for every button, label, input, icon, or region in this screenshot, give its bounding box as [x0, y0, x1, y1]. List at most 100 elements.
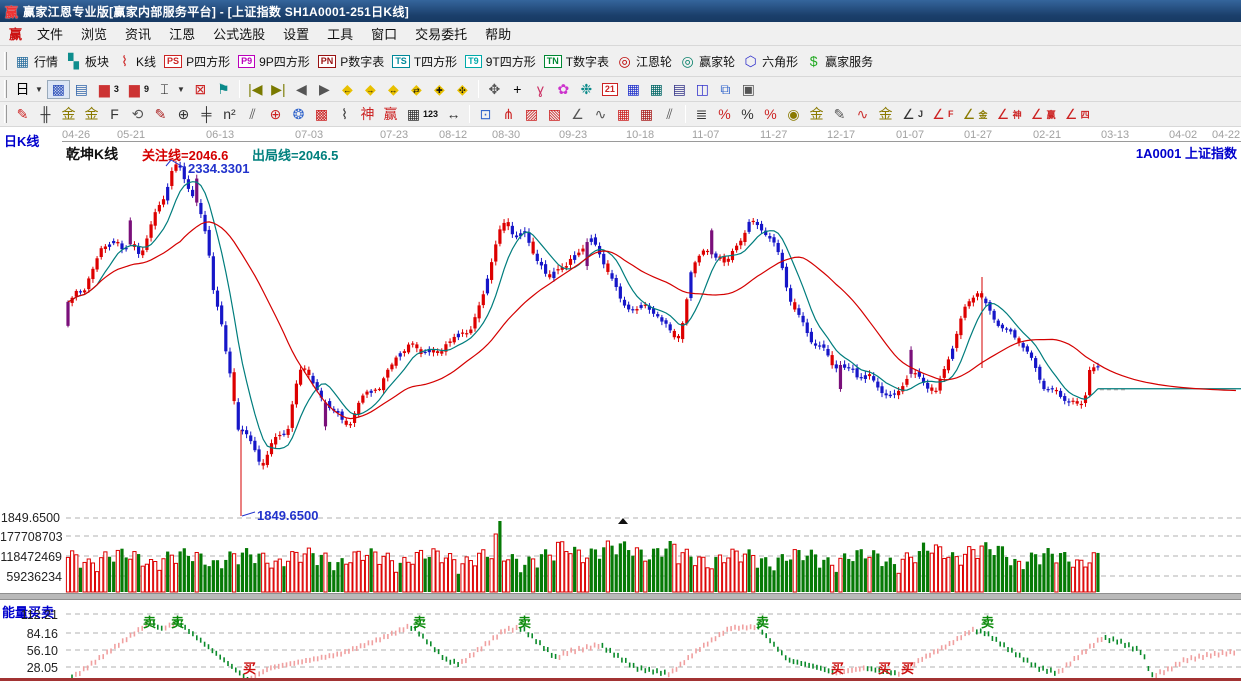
pattern-select-button[interactable]: ▩ [47, 80, 70, 99]
draw-compass-button[interactable]: ⊕ [264, 105, 287, 124]
draw-percent-under-button[interactable]: % [759, 105, 782, 124]
prev-page-button[interactable]: ◀ [290, 80, 313, 99]
period-label[interactable]: 日K线 [4, 131, 39, 150]
zoom-out-x-button[interactable]: ◆← [336, 80, 359, 99]
draw-arrow-tool-button[interactable]: ✎ [828, 105, 851, 124]
next-page-button[interactable]: ▶ [313, 80, 336, 99]
draw-gold-line-button[interactable]: 金 [805, 105, 828, 124]
draw-gold-section-button[interactable]: 金 [57, 105, 80, 124]
spiral-tool-button[interactable]: ❉ [575, 80, 598, 99]
report-table-button[interactable]: ▦ [645, 80, 668, 99]
menu-tools[interactable]: 工具 [318, 21, 362, 46]
select-box-button[interactable]: ⊡ [474, 105, 497, 124]
period-picker-button[interactable]: 日▼ [11, 80, 47, 99]
print-button[interactable]: ▣ [737, 80, 760, 99]
menu-news[interactable]: 资讯 [116, 21, 160, 46]
gann-shape-button[interactable]: ✿ [552, 80, 575, 99]
hand-tool-button[interactable]: ✥ [483, 80, 506, 99]
notes-button[interactable]: ▤ [668, 80, 691, 99]
menu-formula-stock-pick[interactable]: 公式选股 [204, 21, 274, 46]
sectors-button[interactable]: ▚板块 [62, 51, 113, 72]
draw-shen-angle-button[interactable]: ∠神 [992, 105, 1026, 124]
gann-wheel-button[interactable]: ◎江恩轮 [613, 51, 676, 72]
screenshot-button[interactable]: ⧉ [714, 80, 737, 99]
menu-file[interactable]: 文件 [28, 21, 72, 46]
crosshair-button[interactable]: + [506, 80, 529, 99]
draw-shen-tool-button[interactable]: 神 [356, 105, 379, 124]
draw-fibo-button[interactable]: F [103, 105, 126, 124]
winner-service-button[interactable]: $赢家服务 [802, 51, 877, 72]
draw-f-angle-button-icon: ∠ [931, 107, 946, 122]
multi-chart-9-button[interactable]: ▆9 [123, 80, 153, 99]
save-button[interactable]: ◫ [691, 80, 714, 99]
draw-web-button[interactable]: ▩ [310, 105, 333, 124]
draw-mirror-button[interactable]: ⫽ [241, 105, 264, 124]
expand-x-button[interactable]: ◆↔ [382, 80, 405, 99]
winner-wheel-button[interactable]: ◎赢家轮 [676, 51, 739, 72]
t9-square-button[interactable]: T99T四方形 [461, 51, 540, 72]
p-square-button[interactable]: PSP四方形 [160, 51, 234, 72]
draw-gold-circle-button[interactable]: ◉ [782, 105, 805, 124]
draw-width-button[interactable]: ↔ [442, 105, 465, 124]
p-digit-table-button[interactable]: PNP数字表 [314, 51, 389, 72]
menu-window[interactable]: 窗口 [362, 21, 406, 46]
draw-star-button[interactable]: ❂ [287, 105, 310, 124]
compress-x-button[interactable]: ◆⇄ [405, 80, 428, 99]
draw-grid-red2-button[interactable]: ▦ [635, 105, 658, 124]
draw-parallel-button[interactable]: ⫽ [658, 105, 681, 124]
quotes-button[interactable]: ▦行情 [11, 51, 62, 72]
t-square-button[interactable]: TST四方形 [388, 51, 461, 72]
calendar-button[interactable]: 21 [598, 81, 622, 98]
draw-spiral-button[interactable]: ⟲ [126, 105, 149, 124]
full-view-button[interactable]: ◆✣ [451, 80, 474, 99]
draw-wave2-button[interactable]: ∿ [589, 105, 612, 124]
draw-gold-angle-button[interactable]: ∠金 [958, 105, 992, 124]
candle-style-button[interactable]: ⌶▼ [153, 80, 189, 99]
draw-win-angle-button[interactable]: ∠赢 [1026, 105, 1060, 124]
draw-awave-button[interactable]: ∿ [851, 105, 874, 124]
draw-box-lines2-button[interactable]: ▧ [543, 105, 566, 124]
hexagon-button[interactable]: ⬡六角形 [739, 51, 802, 72]
draw-pencil-button[interactable]: ✎ [11, 105, 34, 124]
draw-gold-box-button[interactable]: 金 [80, 105, 103, 124]
draw-j-angle-button[interactable]: ∠J [897, 105, 927, 124]
draw-trend-lines-button[interactable]: ∠ [566, 105, 589, 124]
draw-series-button[interactable]: ≣ [690, 105, 713, 124]
compress-y-button[interactable]: ◆✚ [428, 80, 451, 99]
draw-win-tool-button[interactable]: 赢 [379, 105, 402, 124]
draw-percent-button[interactable]: % [736, 105, 759, 124]
angle-measure-button[interactable]: ɣ [529, 80, 552, 99]
draw-box-lines-button[interactable]: ▨ [520, 105, 543, 124]
draw-wave-button[interactable]: ⌇ [333, 105, 356, 124]
menu-settings[interactable]: 设置 [274, 21, 318, 46]
pattern-clear-button[interactable]: ⊠ [189, 80, 212, 99]
draw-ruler-button[interactable]: ▦123 [402, 105, 442, 124]
draw-pencil2-button[interactable]: ✎ [149, 105, 172, 124]
draw-four-angle-button[interactable]: ∠四 [1060, 105, 1094, 124]
draw-gold-under-button[interactable]: 金 [874, 105, 897, 124]
first-page-button[interactable]: |◀ [244, 80, 267, 99]
draw-f-angle-button[interactable]: ∠F [927, 105, 958, 124]
calculator-button[interactable]: ▦ [622, 80, 645, 99]
multi-chart-3-button[interactable]: ▆3 [93, 80, 123, 99]
zoom-in-x-button[interactable]: ◆→ [359, 80, 382, 99]
menu-trade[interactable]: 交易委托 [406, 21, 476, 46]
menu-help[interactable]: 帮助 [476, 21, 520, 46]
menu-browse[interactable]: 浏览 [72, 21, 116, 46]
pane-splitter[interactable] [0, 593, 1241, 600]
f10-info-button[interactable]: ▤ [70, 80, 93, 99]
sell-marker: 卖 [518, 612, 531, 631]
draw-grid-red-button[interactable]: ▦ [612, 105, 635, 124]
draw-n2-button[interactable]: n² [218, 105, 241, 124]
draw-percent-line-button[interactable]: % [713, 105, 736, 124]
kline-button[interactable]: ⌇K线 [113, 51, 160, 72]
menu-gann[interactable]: 江恩 [160, 21, 204, 46]
draw-circle-cross-button[interactable]: ⊕ [172, 105, 195, 124]
draw-fan-button[interactable]: ⋔ [497, 105, 520, 124]
draw-grid-lines-button[interactable]: ╫ [34, 105, 57, 124]
color-chart-button[interactable]: ⚑ [212, 80, 235, 99]
t-digit-table-button[interactable]: TNT数字表 [540, 51, 613, 72]
p9-square-button[interactable]: P99P四方形 [234, 51, 314, 72]
draw-hash-button[interactable]: ╪ [195, 105, 218, 124]
last-page-button[interactable]: ▶| [267, 80, 290, 99]
